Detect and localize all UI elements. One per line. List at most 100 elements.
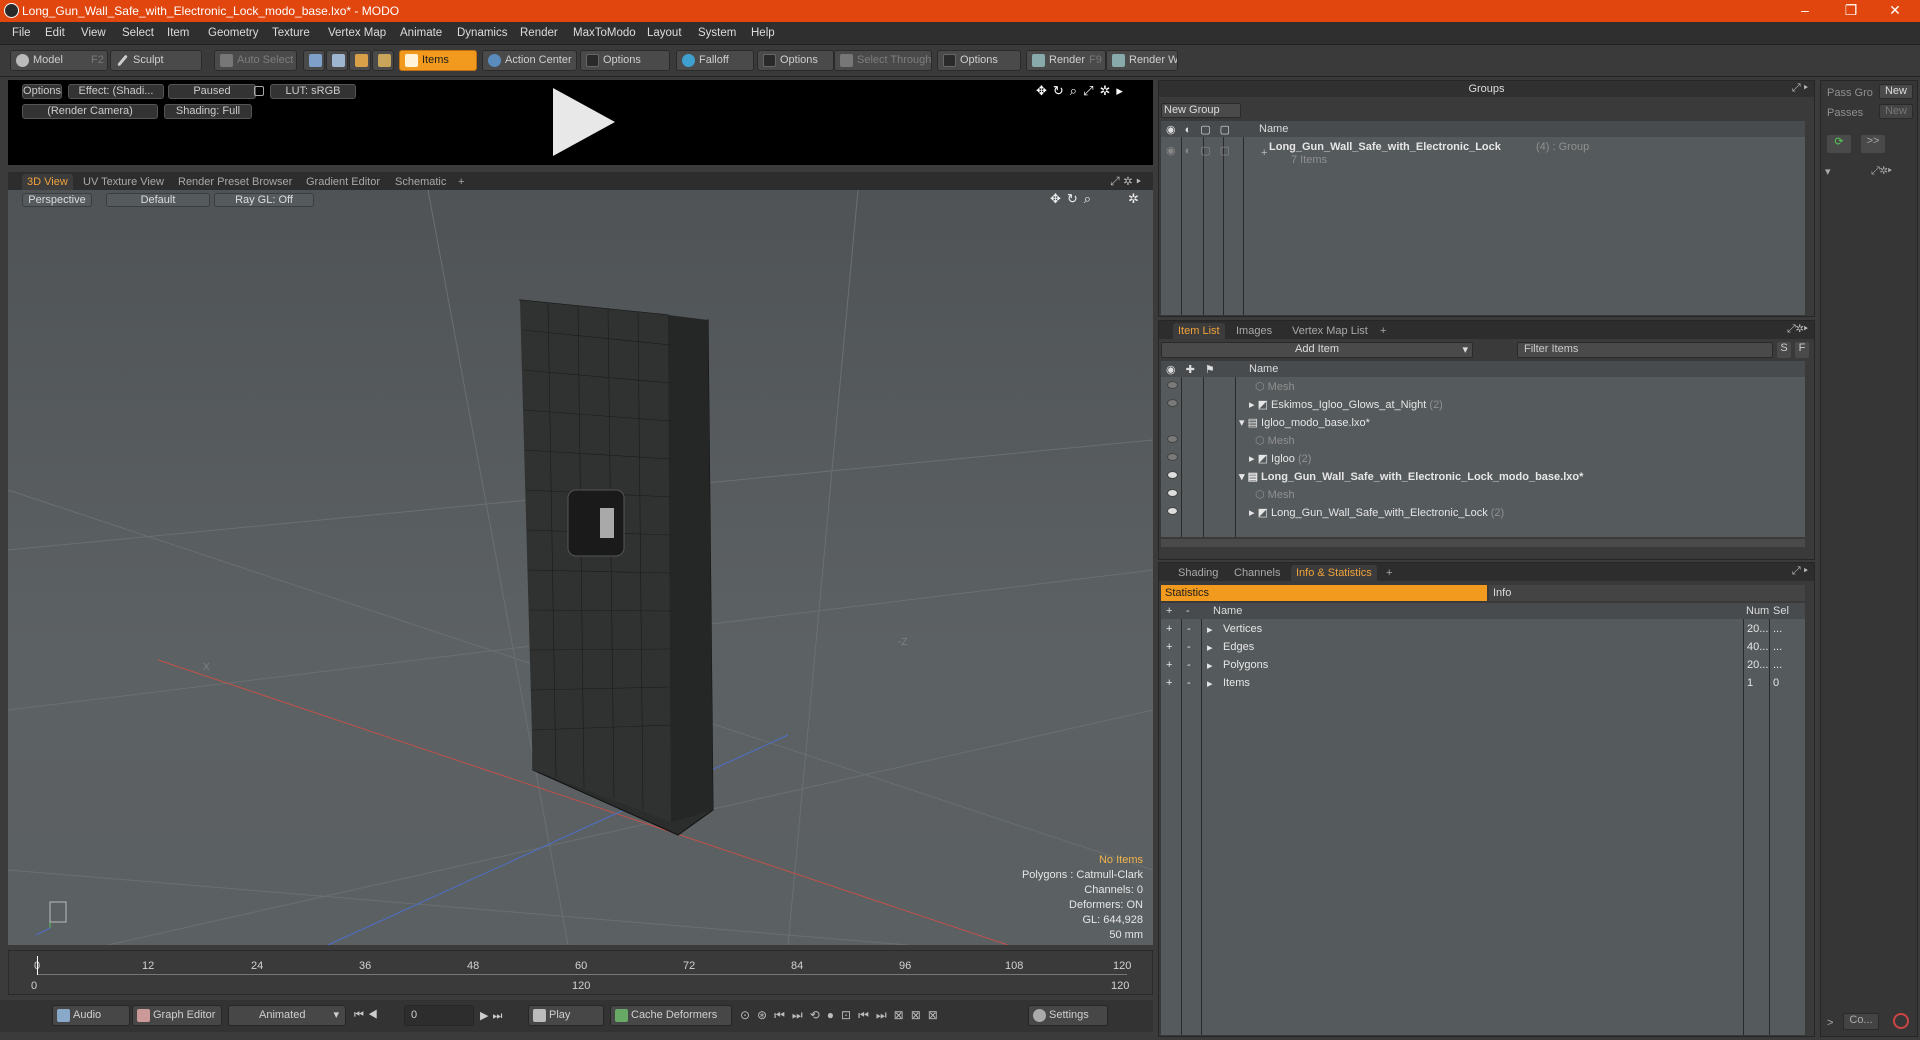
- item-list-controls-icon[interactable]: ⤢✲▸: [1787, 323, 1808, 336]
- action-center-options-button[interactable]: Options: [580, 50, 670, 71]
- tab-shading[interactable]: Shading: [1173, 565, 1223, 581]
- list-item[interactable]: ▾ ▤ Igloo_modo_base.lxo*: [1161, 413, 1805, 431]
- safe-model[interactable]: [519, 299, 714, 836]
- items-mode-button[interactable]: Items: [399, 50, 477, 71]
- eye-icon[interactable]: [1167, 435, 1178, 443]
- falloff-button[interactable]: Falloff: [676, 50, 754, 71]
- expand-arrow-icon[interactable]: ▸: [1207, 641, 1213, 654]
- menu-system[interactable]: System: [698, 27, 736, 39]
- transport-back-icons[interactable]: ⏮◀: [354, 1009, 382, 1022]
- tab-gradient-editor[interactable]: Gradient Editor: [301, 174, 385, 190]
- add-tab-button[interactable]: +: [1375, 323, 1391, 339]
- menu-edit[interactable]: Edit: [45, 27, 65, 39]
- timeline-ruler[interactable]: 0 12 24 36 48 60 72 84 96 108 120: [34, 953, 1131, 975]
- 3d-viewport[interactable]: X -Z Perspective Default Ray GL: Off ✥↻⌕…: [8, 190, 1153, 945]
- preview-options-button[interactable]: Options: [22, 84, 62, 99]
- menu-geometry[interactable]: Geometry: [208, 27, 259, 39]
- play-icon[interactable]: [553, 88, 615, 156]
- table-row[interactable]: + - ▸ Items 1 0: [1161, 674, 1805, 692]
- item-list[interactable]: ◉✚⚑ Name ⬡ Mesh ▸ ◩ Eskimos_Igloo_Glows_…: [1161, 361, 1805, 537]
- list-item[interactable]: ▾ ▤ Long_Gun_Wall_Safe_with_Electronic_L…: [1161, 467, 1805, 485]
- default-style-dropdown[interactable]: Default: [106, 193, 210, 207]
- play-button[interactable]: Play: [528, 1005, 604, 1026]
- preview-effect-dropdown[interactable]: Effect: (Shadi...: [68, 84, 164, 99]
- tab-item-list[interactable]: Item List: [1173, 323, 1225, 339]
- model-button[interactable]: Model F2: [10, 50, 108, 71]
- menu-layout[interactable]: Layout: [647, 27, 682, 39]
- render-button[interactable]: Render F9: [1026, 50, 1106, 71]
- frame-input[interactable]: 0: [404, 1005, 474, 1026]
- maximize-button[interactable]: ❐: [1836, 2, 1866, 19]
- eye-icon[interactable]: [1167, 471, 1178, 479]
- menu-select[interactable]: Select: [122, 27, 154, 39]
- statistics-tab[interactable]: Statistics: [1161, 585, 1487, 601]
- menu-animate[interactable]: Animate: [400, 27, 442, 39]
- new-pass-button[interactable]: New: [1879, 104, 1913, 119]
- groups-expand-icon[interactable]: ⤢ ▸: [1792, 82, 1808, 95]
- cache-deformers-button[interactable]: Cache Deformers: [610, 1005, 732, 1026]
- pass-panel-controls-icon[interactable]: ⤢✲▸: [1871, 165, 1892, 178]
- preview-shading-dropdown[interactable]: Shading: Full: [164, 104, 252, 119]
- co-button[interactable]: Co...: [1843, 1013, 1879, 1030]
- statistics-table[interactable]: + - Name Num Sel + - ▸ Vertices 20...... + - ▸…: [1161, 603, 1805, 1035]
- groups-list[interactable]: Name ◉◐▢▢ ◉◐▢▢ + Long_Gun_Wall_Safe_with…: [1161, 121, 1805, 315]
- menu-texture[interactable]: Texture: [272, 27, 310, 39]
- list-item[interactable]: ⬡ Mesh: [1161, 431, 1805, 449]
- falloff-options-button[interactable]: Options: [757, 50, 834, 71]
- menu-help[interactable]: Help: [751, 27, 775, 39]
- list-item[interactable]: ▸ ◩ Igloo (2): [1161, 449, 1805, 467]
- add-tab-button[interactable]: +: [1381, 565, 1397, 581]
- playhead[interactable]: [37, 956, 38, 975]
- collapse-arrow-icon[interactable]: >: [1827, 1017, 1833, 1029]
- new-pass-group-button[interactable]: New: [1879, 84, 1913, 99]
- tab-render-preset-browser[interactable]: Render Preset Browser: [173, 174, 297, 190]
- preview-lut-dropdown[interactable]: LUT: sRGB: [270, 84, 356, 99]
- group-row[interactable]: ◉◐▢▢ + Long_Gun_Wall_Safe_with_Electroni…: [1161, 138, 1805, 168]
- pass-dropdown-icon[interactable]: ▾: [1825, 165, 1831, 178]
- render-window-button[interactable]: Render Window: [1106, 50, 1178, 71]
- graph-editor-button[interactable]: Graph Editor: [132, 1005, 222, 1026]
- viewport-nav-icons[interactable]: ✥↻⌕: [1050, 191, 1097, 207]
- menu-item[interactable]: Item: [167, 27, 189, 39]
- eye-icon[interactable]: [1167, 381, 1178, 389]
- info-subtab[interactable]: Info: [1489, 585, 1805, 601]
- expand-arrow-icon[interactable]: ▸: [1207, 623, 1213, 636]
- tab-uv-texture-view[interactable]: UV Texture View: [78, 174, 169, 190]
- materials-mode-button[interactable]: [372, 50, 394, 71]
- vertices-mode-button[interactable]: [303, 50, 325, 71]
- select-through-options-button[interactable]: Options: [937, 50, 1021, 71]
- tab-schematic[interactable]: Schematic: [390, 174, 451, 190]
- lock-icon[interactable]: [254, 86, 264, 96]
- eye-icon[interactable]: [1167, 489, 1178, 497]
- eye-icon[interactable]: [1167, 507, 1178, 515]
- close-button[interactable]: ✕: [1880, 2, 1910, 19]
- table-row[interactable]: + - ▸ Edges 40......: [1161, 638, 1805, 656]
- select-through-button[interactable]: Select Through: [834, 50, 932, 71]
- expand-all-icon[interactable]: +: [1166, 605, 1172, 617]
- polygons-mode-button[interactable]: [349, 50, 371, 71]
- timeline[interactable]: 0 12 24 36 48 60 72 84 96 108 120 0 120 …: [8, 950, 1153, 995]
- transport-forward-icons[interactable]: ▶⏭: [480, 1009, 506, 1023]
- menu-file[interactable]: File: [12, 27, 31, 39]
- list-item[interactable]: ▸ ◩ Eskimos_Igloo_Glows_at_Night (2): [1161, 395, 1805, 413]
- render-preview[interactable]: Options Effect: (Shadi... Paused LUT: sR…: [8, 80, 1153, 165]
- record-icon[interactable]: [1893, 1013, 1909, 1029]
- auto-select-button[interactable]: Auto Select: [214, 50, 297, 71]
- sculpt-button[interactable]: Sculpt: [110, 50, 202, 71]
- list-item[interactable]: ⬡ Mesh: [1161, 377, 1805, 395]
- settings-button[interactable]: Settings: [1028, 1005, 1108, 1026]
- filter-f-button[interactable]: F: [1795, 342, 1809, 358]
- add-tab-button[interactable]: +: [453, 174, 469, 190]
- tab-vertex-map-list[interactable]: Vertex Map List: [1287, 323, 1373, 339]
- collapse-all-icon[interactable]: -: [1186, 605, 1190, 617]
- table-row[interactable]: + - ▸ Polygons 20......: [1161, 656, 1805, 674]
- refresh-icon[interactable]: ⟳: [1827, 135, 1851, 153]
- preview-paused-button[interactable]: Paused: [168, 84, 256, 99]
- filter-s-button[interactable]: S: [1777, 342, 1791, 358]
- menu-render[interactable]: Render: [520, 27, 558, 39]
- group-row-toggles[interactable]: ◉◐▢▢: [1166, 144, 1239, 157]
- action-center-button[interactable]: Action Center: [482, 50, 577, 71]
- preview-nav-icons[interactable]: ✥↻⌕⤢✲▸: [1036, 83, 1129, 99]
- menu-maxtomodo[interactable]: MaxToModo: [573, 27, 636, 39]
- eye-icon[interactable]: [1167, 453, 1178, 461]
